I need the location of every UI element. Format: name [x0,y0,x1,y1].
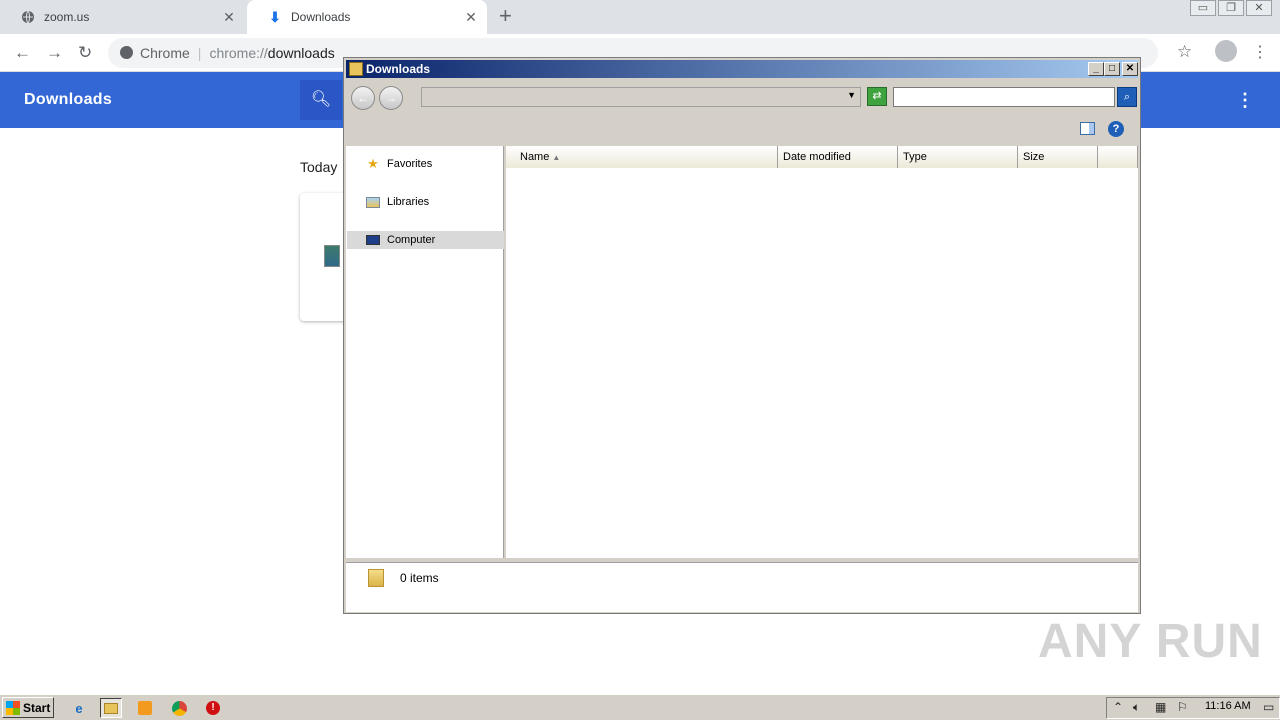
column-headers: Name ▲ Date modified Type Size [506,146,1138,168]
column-label: Name [520,151,550,163]
address-input[interactable]: ▼ [421,87,861,107]
more-options-icon[interactable]: ⋮ [1236,90,1254,111]
date-section-label: Today [300,159,338,175]
file-list: Name ▲ Date modified Type Size [506,146,1138,558]
show-desktop-icon[interactable]: ▭ [1263,700,1274,714]
profile-avatar[interactable] [1215,40,1237,62]
minimize-button[interactable]: _ [1088,62,1104,76]
command-bar: ? [346,116,1138,144]
start-button[interactable]: Start [2,697,54,718]
nav-label: Computer [387,234,436,246]
refresh-icon[interactable]: ⇄ [867,87,887,106]
network-icon[interactable]: ▦ [1155,700,1166,714]
maximize-button[interactable]: □ [1104,62,1120,76]
file-icon [324,245,340,267]
column-date-modified[interactable]: Date modified [778,146,898,168]
nav-label: Libraries [387,196,430,208]
volume-icon[interactable]: 🔈︎ [1133,700,1140,715]
tab-title: zoom.us [44,10,90,24]
chrome-menu-icon[interactable]: ⋮ [1252,42,1268,62]
action-center-flag-icon[interactable]: ⚐ [1177,700,1188,714]
globe-icon [20,9,36,25]
column-extra [1098,146,1138,168]
window-title: Downloads [366,62,431,76]
restore-button[interactable]: ❐ [1218,0,1244,16]
minimize-button[interactable]: ▭ [1190,0,1216,16]
reload-button[interactable]: ↻ [78,43,92,63]
windows-logo-icon [6,700,20,715]
column-type[interactable]: Type [898,146,1018,168]
anyrun-watermark: ANY RUN [1038,615,1263,668]
show-hidden-icons[interactable]: ⌃ [1113,700,1123,714]
url-path: downloads [267,45,335,61]
url-scheme: chrome:// [209,45,268,61]
forward-button[interactable]: → [379,86,403,110]
back-button[interactable]: ← [351,86,375,110]
preview-pane-icon[interactable] [1080,122,1095,135]
forward-button[interactable]: → [46,43,63,63]
page-title: Downloads [24,91,113,108]
close-tab-icon[interactable]: ✕ [463,9,479,25]
stop-icon[interactable]: ! [202,698,224,718]
close-window-button[interactable]: ✕ [1246,0,1272,16]
system-tray: ⌃ 🔈︎ ▦ ⚐ ▭ [1106,697,1280,719]
column-name[interactable]: Name ▲ [506,146,778,168]
site-label: Chrome [140,45,190,61]
close-button[interactable]: ✕ [1122,62,1138,76]
folder-icon [349,62,363,76]
column-label: Date modified [783,151,851,163]
window-controls: ▭ ❐ ✕ [1188,0,1272,16]
details-pane: 0 items [346,562,1138,612]
close-tab-icon[interactable]: ✕ [221,9,237,25]
windows-explorer-icon[interactable] [100,698,122,718]
chrome-icon [120,46,133,59]
search-icon[interactable]: ⌕ [1117,87,1137,107]
bookmark-star-icon[interactable]: ☆ [1177,42,1192,62]
nav-item-libraries[interactable]: Libraries [347,193,504,211]
nav-item-computer[interactable]: Computer [347,231,504,249]
start-label: Start [23,700,51,715]
folder-icon [368,569,384,587]
column-size[interactable]: Size [1018,146,1098,168]
tab-title: Downloads [291,10,351,24]
explorer-window: Downloads _ □ ✕ ← → ▼ ⇄ ⌕ ? ★ Favorites … [343,57,1141,614]
search-input[interactable] [893,87,1115,107]
libraries-icon [365,195,381,209]
sort-ascending-icon: ▲ [552,153,561,162]
column-label: Size [1023,151,1045,163]
download-icon: ⬇ [269,8,281,25]
new-tab-button[interactable]: + [499,5,512,27]
internet-explorer-icon[interactable]: e [68,698,90,718]
nav-item-favorites[interactable]: ★ Favorites [347,155,504,173]
search-icon[interactable]: 🔍︎ [300,80,342,120]
tab-zoom[interactable]: zoom.us ✕ [0,0,245,34]
column-label: Type [903,151,927,163]
address-bar-row: ← → ▼ ⇄ ⌕ [347,82,1137,112]
chrome-icon[interactable] [168,698,190,718]
star-icon: ★ [367,156,379,171]
help-icon[interactable]: ? [1108,121,1124,137]
item-count: 0 items [400,571,439,585]
chevron-down-icon[interactable]: ▼ [847,90,856,100]
clock: 11:16 AM [1205,700,1251,712]
tab-downloads[interactable]: ⬇ Downloads ✕ [247,0,487,34]
title-bar[interactable]: Downloads _ □ ✕ [346,60,1138,78]
navigation-pane: ★ Favorites Libraries Computer [346,146,504,558]
nav-label: Favorites [387,158,433,170]
taskbar: Start e ! ⌃ 🔈︎ ▦ ⚐ ▭ [0,694,1280,720]
computer-icon [365,233,381,247]
media-player-icon[interactable] [134,698,156,718]
separator: | [197,45,202,61]
tab-strip: zoom.us ✕ ⬇ Downloads ✕ + ▭ ❐ ✕ [0,0,1280,34]
back-button[interactable]: ← [14,43,31,63]
